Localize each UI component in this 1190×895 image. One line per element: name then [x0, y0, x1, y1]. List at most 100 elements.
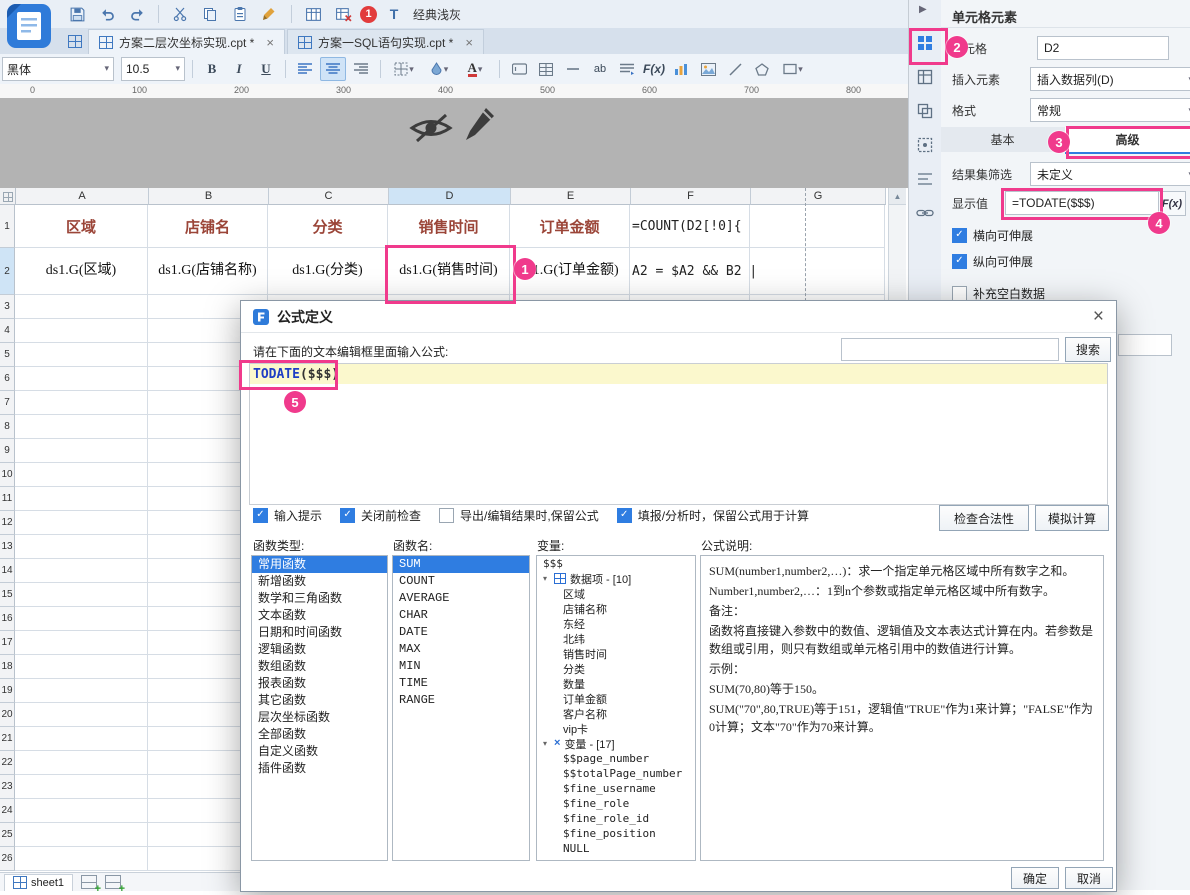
ok-button[interactable]: 确定 [1011, 867, 1059, 889]
function-name-item[interactable]: RANGE [393, 692, 529, 709]
cell-A18[interactable] [15, 655, 148, 679]
horizontal-line-icon[interactable] [561, 58, 585, 80]
function-type-item[interactable]: 插件函数 [252, 760, 387, 777]
function-type-item[interactable]: 全部函数 [252, 726, 387, 743]
bold-button[interactable]: B [200, 58, 224, 80]
function-type-item[interactable]: 日期和时间函数 [252, 624, 387, 641]
cell-A2[interactable]: ds1.G(区域) [15, 248, 148, 295]
function-type-item[interactable]: 层次坐标函数 [252, 709, 387, 726]
cell-A20[interactable] [15, 703, 148, 727]
align-right-icon[interactable] [349, 58, 373, 80]
tab-document-1[interactable]: 方案二层次坐标实现.cpt * × [88, 29, 285, 54]
column-header-A[interactable]: A [16, 188, 149, 205]
fill-color-icon[interactable]: ▾ [423, 58, 455, 80]
align-center-icon[interactable] [320, 57, 346, 81]
cell-A5[interactable] [15, 343, 148, 367]
cell-A19[interactable] [15, 679, 148, 703]
column-header-G[interactable]: G [751, 188, 886, 205]
copy-icon[interactable] [197, 2, 223, 26]
font-family-select[interactable]: 黑体 [2, 57, 114, 81]
scroll-up-icon[interactable]: ▲ [889, 188, 906, 205]
cell-A9[interactable] [15, 439, 148, 463]
close-icon[interactable]: × [465, 35, 473, 50]
function-type-item[interactable]: 文本函数 [252, 607, 387, 624]
tree-item[interactable]: 订单金额 [537, 691, 695, 706]
tree-item[interactable]: ▾ 数据项 - [10] [537, 571, 695, 586]
cell-A15[interactable] [15, 583, 148, 607]
checkbox[interactable] [253, 507, 268, 523]
row-header-21[interactable]: 21 [0, 727, 15, 751]
display-value-input[interactable]: =TODATE($$$) [1005, 191, 1167, 215]
tab-basic[interactable]: 基本 [940, 127, 1065, 152]
formula-search-input[interactable] [841, 338, 1059, 361]
row-header-1[interactable]: 1 [0, 205, 15, 248]
expand-arrow-icon[interactable]: ▾ [543, 739, 554, 748]
cell-A26[interactable] [15, 847, 148, 871]
cell-A13[interactable] [15, 535, 148, 559]
cell-D1[interactable]: 销售时间 [388, 205, 510, 248]
row-header-8[interactable]: 8 [0, 415, 15, 439]
row-header-9[interactable]: 9 [0, 439, 15, 463]
row-header-13[interactable]: 13 [0, 535, 15, 559]
row-header-5[interactable]: 5 [0, 343, 15, 367]
row-header-15[interactable]: 15 [0, 583, 15, 607]
expand-arrow-icon[interactable]: ▾ [543, 574, 554, 583]
cell-A1[interactable]: 区域 [15, 205, 148, 248]
redo-icon[interactable] [124, 2, 150, 26]
undo-icon[interactable] [94, 2, 120, 26]
tree-item[interactable]: $fine_username [537, 781, 695, 796]
theme-icon[interactable]: T [381, 2, 407, 26]
column-header-C[interactable]: C [269, 188, 389, 205]
checkbox[interactable] [439, 507, 455, 523]
checkbox[interactable] [340, 507, 356, 523]
function-name-item[interactable]: COUNT [393, 573, 529, 590]
notification-badge[interactable]: 1 [360, 5, 377, 23]
sheet-tab-sheet1[interactable]: sheet1 [4, 873, 74, 891]
cell-C1[interactable]: 分类 [268, 205, 388, 248]
tree-item[interactable]: 分类 [537, 661, 695, 676]
search-button[interactable]: 搜索 [1065, 337, 1111, 362]
function-type-item[interactable]: 报表函数 [252, 675, 387, 692]
shape-icon[interactable] [750, 58, 774, 80]
theme-label[interactable]: 经典浅灰 [413, 6, 461, 23]
tree-item[interactable]: 客户名称 [537, 706, 695, 721]
dialog-checkbox-row[interactable]: 填报/分析时，保留公式用于计算 [616, 507, 809, 523]
column-header-B[interactable]: B [149, 188, 269, 205]
column-header-F[interactable]: F [631, 188, 751, 205]
cell-A23[interactable] [15, 775, 148, 799]
function-name-item[interactable]: DATE [393, 624, 529, 641]
cell-B1[interactable]: 店铺名 [148, 205, 268, 248]
checkbox[interactable] [952, 253, 967, 269]
column-header-E[interactable]: E [511, 188, 631, 205]
hyperlink-tab-icon[interactable] [912, 200, 938, 226]
function-type-item[interactable]: 数学和三角函数 [252, 590, 387, 607]
column-header-D[interactable]: D [389, 188, 511, 205]
row-header-19[interactable]: 19 [0, 679, 15, 703]
formula-icon[interactable]: F(x) [642, 58, 666, 80]
align-left-icon[interactable] [293, 58, 317, 80]
widget-settings-tab-icon[interactable] [912, 132, 938, 158]
borders-icon[interactable]: ▾ [388, 58, 420, 80]
row-header-17[interactable]: 17 [0, 631, 15, 655]
function-name-item[interactable]: TIME [393, 675, 529, 692]
tree-item[interactable]: $$$ [537, 556, 695, 571]
row-header-11[interactable]: 11 [0, 487, 15, 511]
cell-C2[interactable]: ds1.G(分类) [268, 248, 388, 295]
row-header-12[interactable]: 12 [0, 511, 15, 535]
tree-item[interactable]: 北纬 [537, 631, 695, 646]
function-name-item[interactable]: CHAR [393, 607, 529, 624]
cancel-button[interactable]: 取消 [1065, 867, 1113, 889]
cell-A10[interactable] [15, 463, 148, 487]
function-type-item[interactable]: 其它函数 [252, 692, 387, 709]
function-type-item[interactable]: 自定义函数 [252, 743, 387, 760]
cell-E1[interactable]: 订单金额 [510, 205, 630, 248]
dialog-checkbox-row[interactable]: 导出/编辑结果时,保留公式 [439, 507, 599, 523]
row-header-16[interactable]: 16 [0, 607, 15, 631]
function-name-item[interactable]: MIN [393, 658, 529, 675]
function-type-item[interactable]: 新增函数 [252, 573, 387, 590]
function-name-item[interactable]: MAX [393, 641, 529, 658]
cell-A14[interactable] [15, 559, 148, 583]
cell-A3[interactable] [15, 295, 148, 319]
cell-A16[interactable] [15, 607, 148, 631]
rectangle-icon[interactable]: ▾ [777, 58, 809, 80]
